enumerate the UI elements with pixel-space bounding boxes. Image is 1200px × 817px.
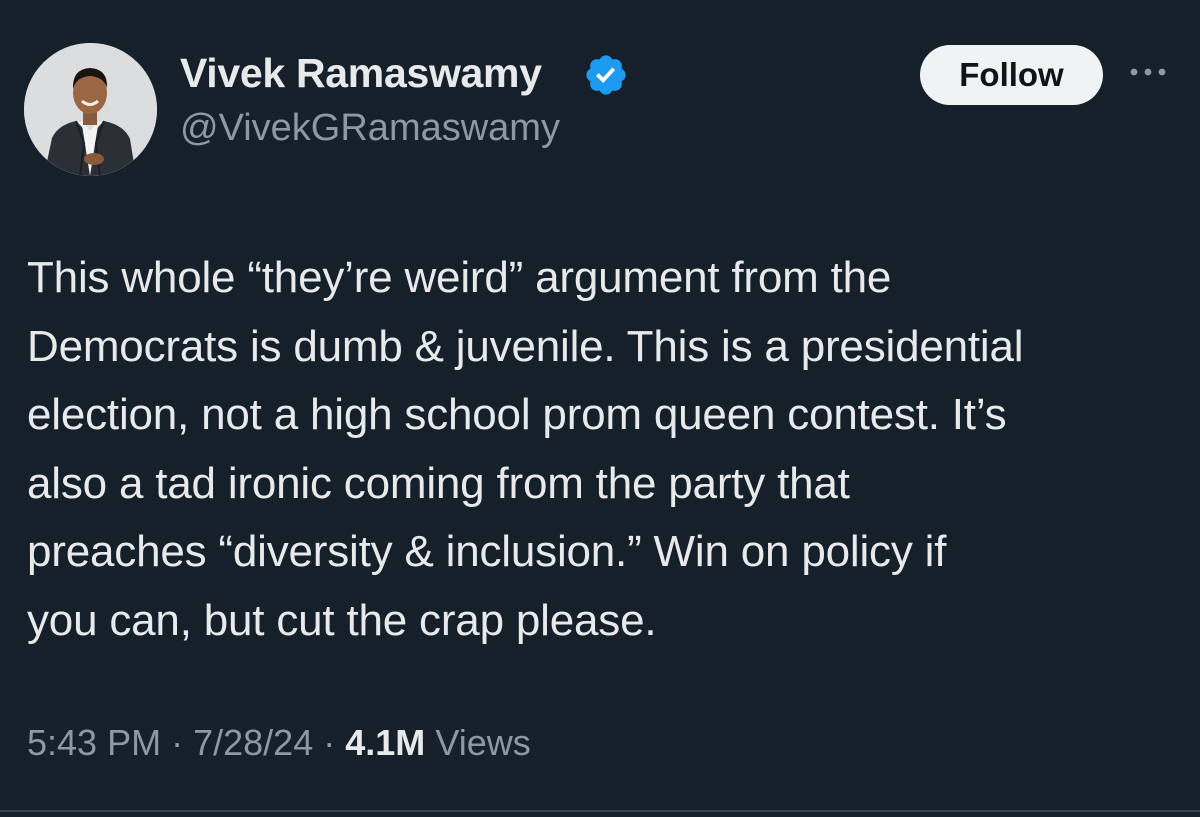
tweet-text-line: also a tad ironic coming from the party … xyxy=(27,458,850,508)
tweet-text: This whole “they’re weird” argument from… xyxy=(27,244,1192,655)
meta-separator: · xyxy=(171,722,184,763)
author-name[interactable]: Vivek Ramaswamy xyxy=(180,50,542,97)
tweet-date[interactable]: 7/28/24 xyxy=(193,722,313,763)
divider xyxy=(0,810,1200,812)
tweet-text-line: Democrats is dumb & juvenile. This is a … xyxy=(27,321,1024,371)
verified-badge-icon xyxy=(586,55,626,95)
author-handle[interactable]: @VivekGRamaswamy xyxy=(180,107,560,150)
author-avatar[interactable] xyxy=(24,43,157,176)
tweet-card: Vivek Ramaswamy @VivekGRamaswamy Follow … xyxy=(0,0,1200,817)
follow-button[interactable]: Follow xyxy=(920,45,1103,105)
tweet-time[interactable]: 5:43 PM xyxy=(27,722,161,763)
meta-separator: · xyxy=(323,722,336,763)
tweet-text-line: preaches “diversity & inclusion.” Win on… xyxy=(27,527,947,576)
tweet-text-line: election, not a high school prom queen c… xyxy=(27,390,1007,439)
tweet-meta: 5:43 PM · 7/28/24 · 4.1M Views xyxy=(27,722,531,764)
views-count[interactable]: 4.1M xyxy=(345,722,425,763)
views-label: Views xyxy=(435,722,531,763)
tweet-text-line: This whole “they’re weird” argument from… xyxy=(27,253,892,302)
more-horizontal-icon[interactable] xyxy=(1128,64,1168,80)
tweet-text-line: you can, but cut the crap please. xyxy=(27,595,657,645)
